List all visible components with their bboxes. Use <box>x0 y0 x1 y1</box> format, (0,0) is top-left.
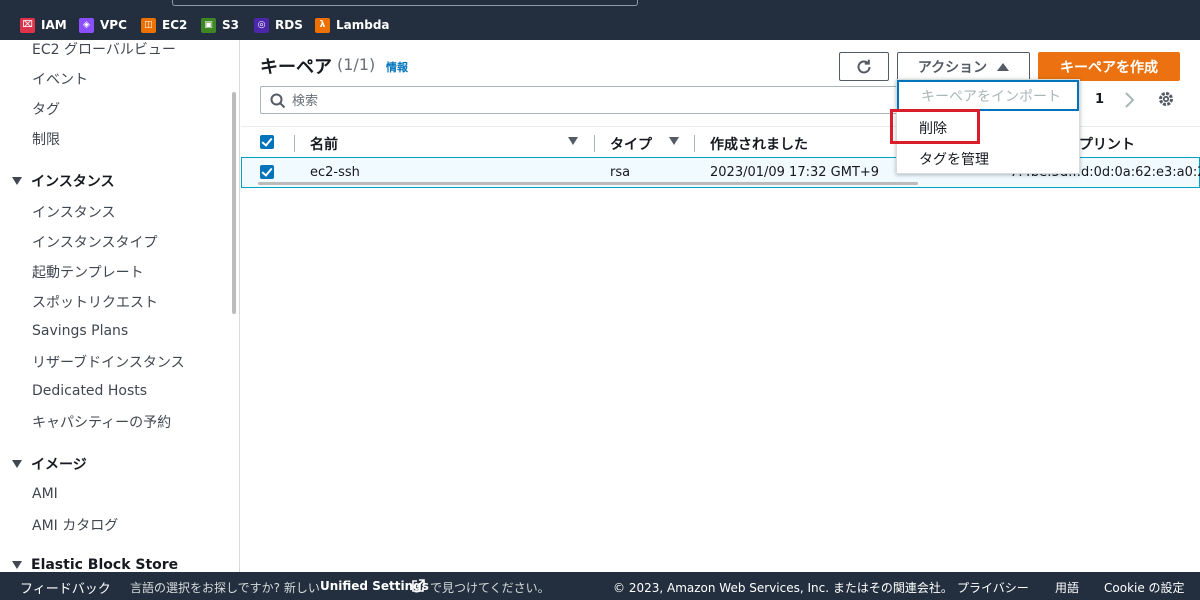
favorite-label: Lambda <box>336 18 390 32</box>
sidebar-item-tags[interactable]: タグ <box>32 99 60 119</box>
sidebar-item-global-view[interactable]: EC2 グローバルビュー <box>32 40 176 59</box>
actions-label: アクション <box>917 59 988 76</box>
sidebar-item-capacity-reservations[interactable]: キャパシティーの予約 <box>32 412 171 432</box>
favorites-bar: ⌧ IAM ◈ VPC ◫ EC2 ▣ S3 ◎ RDS λ Lambda <box>0 0 1200 40</box>
favorite-label: IAM <box>41 18 67 32</box>
column-header-type[interactable]: タイプ <box>610 134 652 154</box>
external-link-icon <box>412 579 425 592</box>
sidebar-item-launch-templates[interactable]: 起動テンプレート <box>32 262 144 282</box>
favorite-iam[interactable]: ⌧ IAM <box>20 16 67 34</box>
section-label: イメージ <box>31 457 87 473</box>
ec2-icon: ◫ <box>141 17 156 33</box>
feedback-link[interactable]: フィードバック <box>20 578 111 597</box>
footer: フィードバック 言語の選択をお探しですか? 新しい Unified Settin… <box>0 572 1200 600</box>
copyright: © 2023, Amazon Web Services, Inc. またはその関… <box>613 581 953 595</box>
search-icon <box>270 93 286 109</box>
info-link[interactable]: 情報 <box>386 59 408 75</box>
rds-icon: ◎ <box>254 17 269 33</box>
vpc-icon: ◈ <box>79 17 94 33</box>
cell-type: rsa <box>610 165 631 180</box>
sidebar-item-ami-catalog[interactable]: AMI カタログ <box>32 515 118 535</box>
favorite-label: RDS <box>275 18 303 32</box>
table-horizontal-scrollbar[interactable] <box>258 182 918 185</box>
sidebar-section-instances[interactable]: インスタンス <box>12 171 114 191</box>
sort-icon[interactable] <box>669 137 679 145</box>
gear-icon[interactable] <box>1157 90 1175 108</box>
sidebar-section-images[interactable]: イメージ <box>12 454 87 474</box>
menu-item-manage-tags[interactable]: タグを管理 <box>897 143 1079 174</box>
sidebar-item-instances[interactable]: インスタンス <box>32 202 115 222</box>
sidebar-item-reserved-instances[interactable]: リザーブドインスタンス <box>32 352 185 372</box>
create-key-pair-button[interactable]: キーペアを作成 <box>1038 52 1180 81</box>
column-header-created[interactable]: 作成されました <box>710 134 808 154</box>
sidebar-item-instance-types[interactable]: インスタンスタイプ <box>32 232 157 252</box>
sidebar-item-events[interactable]: イベント <box>32 69 88 89</box>
item-count: (1/1) <box>337 55 376 74</box>
sidebar-item-spot-requests[interactable]: スポットリクエスト <box>32 292 158 312</box>
favorite-s3[interactable]: ▣ S3 <box>201 16 239 34</box>
actions-button[interactable]: アクション <box>897 52 1030 81</box>
select-all-checkbox[interactable] <box>260 135 274 149</box>
s3-icon: ▣ <box>201 17 216 33</box>
favorite-vpc[interactable]: ◈ VPC <box>79 16 127 34</box>
column-divider <box>294 135 295 152</box>
sidebar: EC2 グローバルビュー イベント タグ 制限 インスタンス インスタンス イン… <box>0 40 240 572</box>
cell-created: 2023/01/09 17:32 GMT+9 <box>710 165 880 180</box>
menu-item-import-key-pair[interactable]: キーペアをインポート <box>897 80 1079 111</box>
caret-up-icon <box>997 62 1010 71</box>
favorite-label: EC2 <box>162 18 188 32</box>
caret-down-icon <box>12 561 22 569</box>
search-field[interactable] <box>260 86 900 114</box>
cookie-settings-link[interactable]: Cookie の設定 <box>1104 579 1185 596</box>
row-checkbox[interactable] <box>260 165 274 179</box>
language-notice: 言語の選択をお探しですか? 新しい <box>130 581 320 595</box>
sidebar-scrollbar[interactable] <box>232 92 236 314</box>
terms-link[interactable]: 用語 <box>1055 579 1079 596</box>
iam-icon: ⌧ <box>20 17 35 33</box>
favorite-rds[interactable]: ◎ RDS <box>254 16 303 34</box>
caret-down-icon <box>12 460 22 468</box>
page-number[interactable]: 1 <box>1095 92 1104 107</box>
column-header-name[interactable]: 名前 <box>310 134 338 154</box>
refresh-icon <box>857 59 871 73</box>
cell-name: ec2-ssh <box>310 165 360 180</box>
sidebar-item-ami[interactable]: AMI <box>32 486 58 502</box>
privacy-link[interactable]: プライバシー <box>957 579 1029 596</box>
lambda-icon: λ <box>315 17 330 33</box>
refresh-button[interactable] <box>839 52 889 81</box>
global-search-edge[interactable] <box>172 0 638 6</box>
caret-down-icon <box>12 177 22 185</box>
sidebar-item-limits[interactable]: 制限 <box>32 129 60 149</box>
favorite-lambda[interactable]: λ Lambda <box>315 16 390 34</box>
language-notice-end: で見つけてください。 <box>430 581 550 595</box>
highlight-box <box>890 109 980 144</box>
column-divider <box>594 135 595 152</box>
favorite-label: S3 <box>222 18 239 32</box>
section-label: Elastic Block Store <box>31 557 179 572</box>
favorite-label: VPC <box>100 18 127 32</box>
sort-icon[interactable] <box>568 137 578 145</box>
favorite-ec2[interactable]: ◫ EC2 <box>141 16 187 34</box>
sidebar-item-dedicated-hosts[interactable]: Dedicated Hosts <box>32 383 147 399</box>
column-divider <box>694 135 695 152</box>
page-title: キーペア <box>260 57 332 78</box>
section-label: インスタンス <box>31 174 115 190</box>
chevron-right-icon[interactable] <box>1123 91 1135 109</box>
search-input[interactable] <box>292 91 882 111</box>
sidebar-section-ebs[interactable]: Elastic Block Store <box>12 557 178 572</box>
sidebar-item-savings-plans[interactable]: Savings Plans <box>32 323 128 339</box>
